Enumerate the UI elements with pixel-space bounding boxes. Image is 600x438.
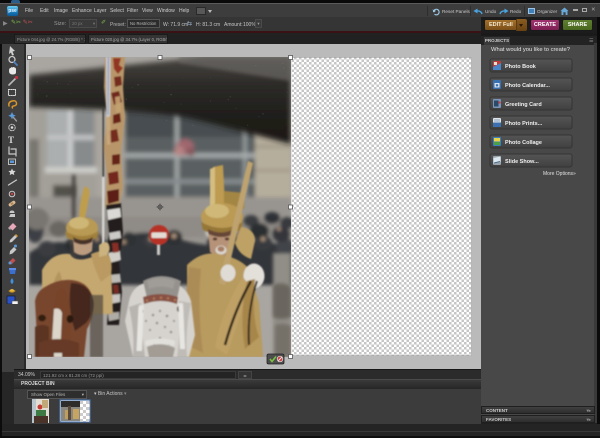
svg-text:Photo Calendar...: Photo Calendar... xyxy=(505,83,550,89)
svg-text:Greeting Card: Greeting Card xyxy=(505,102,542,108)
svg-text:Photo Collage: Photo Collage xyxy=(505,140,542,146)
svg-text:T: T xyxy=(8,135,14,145)
svg-text:Photo Prints...: Photo Prints... xyxy=(505,121,543,127)
svg-text:»: » xyxy=(573,171,576,177)
svg-text:More Options: More Options xyxy=(543,171,574,177)
svg-text:Photo Book: Photo Book xyxy=(505,64,537,70)
svg-text:Slide Show...: Slide Show... xyxy=(505,159,539,165)
